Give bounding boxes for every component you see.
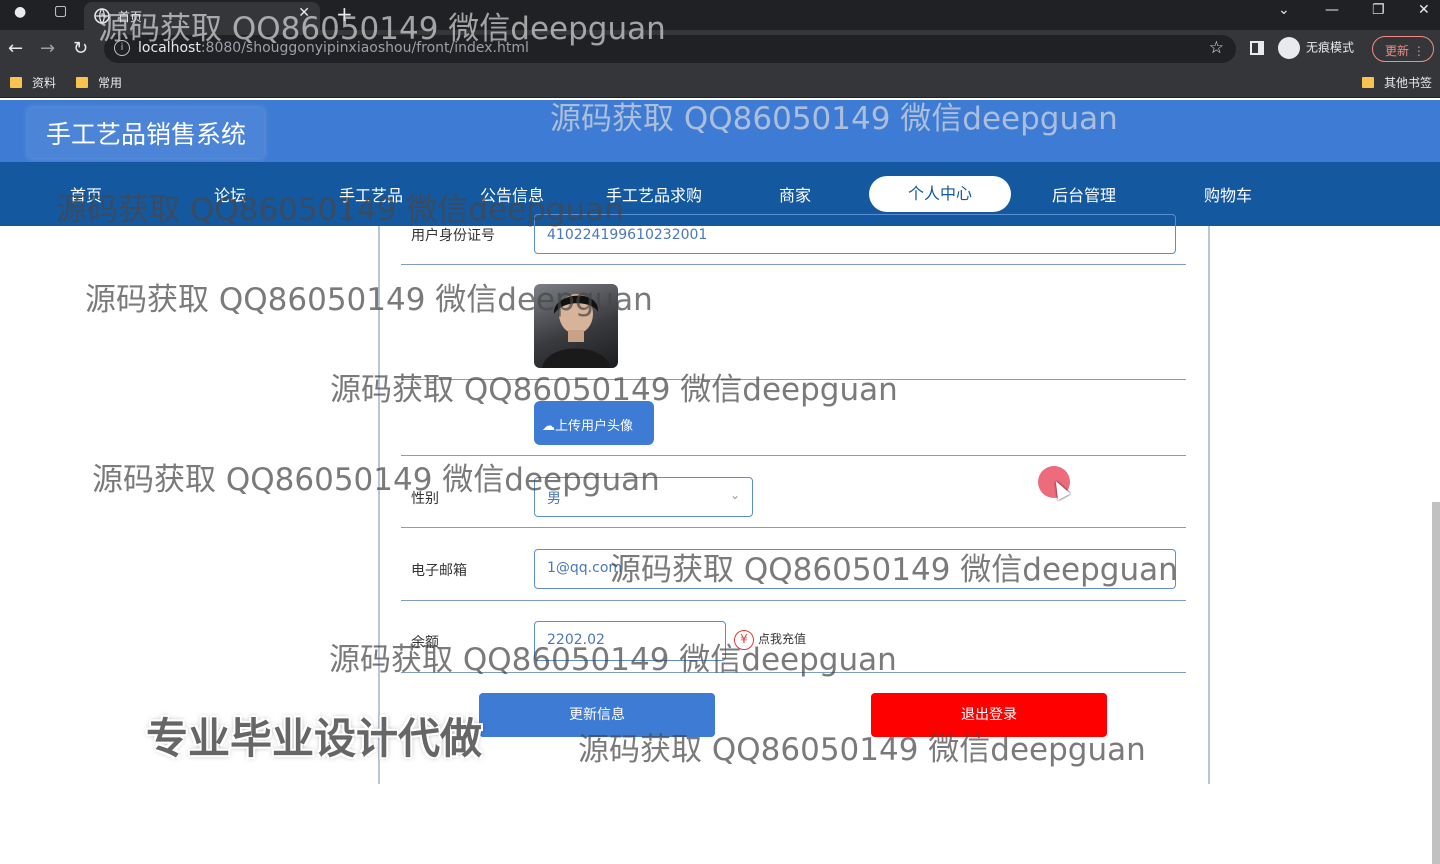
tab-search-icon[interactable]: ▢ — [54, 3, 67, 19]
watermark: 源码获取 QQ86050149 微信deepguan — [329, 642, 897, 678]
nav-admin[interactable]: 后台管理 — [1052, 182, 1116, 206]
watermark: 源码获取 QQ86050149 微信deepguan — [92, 462, 660, 498]
other-bookmarks[interactable]: 其他书签 — [1362, 74, 1432, 91]
minimize-icon[interactable]: — — [1325, 2, 1339, 18]
watermark: 源码获取 QQ86050149 微信deepguan — [330, 372, 898, 408]
folder-icon — [76, 77, 88, 88]
bookmark-folder-ziliao[interactable]: 资料 — [10, 74, 56, 91]
browser-globe-icon[interactable]: ● — [14, 4, 26, 20]
chevron-down-icon: ⌄ — [729, 488, 740, 502]
row-divider — [401, 600, 1186, 601]
other-bookmarks-label: 其他书签 — [1384, 76, 1433, 90]
reload-icon[interactable]: ↻ — [73, 38, 88, 59]
folder-icon — [10, 77, 22, 88]
id-number-input[interactable]: 410224199610232001 — [534, 214, 1176, 254]
big-watermark: 专业毕业设计代做 — [146, 714, 483, 763]
tab-list-chevron-icon[interactable]: ⌄ — [1278, 2, 1290, 18]
side-panel-icon[interactable] — [1250, 41, 1264, 55]
nav-cart[interactable]: 购物车 — [1204, 182, 1252, 206]
watermark: 源码获取 QQ86050149 微信deepguan — [98, 11, 666, 47]
nav-personal-center[interactable]: 个人中心 — [869, 176, 1011, 212]
watermark: 源码获取 QQ86050149 微信deepguan — [578, 732, 1146, 768]
watermark: 源码获取 QQ86050149 微信deepguan — [56, 192, 624, 228]
upload-avatar-label: 上传用户头像 — [555, 419, 634, 434]
email-label: 电子邮箱 — [411, 563, 467, 579]
site-title: 手工艺品销售系统 — [28, 108, 265, 158]
row-divider — [401, 264, 1186, 265]
incognito-icon — [1278, 37, 1300, 59]
bookmark-star-icon[interactable]: ☆ — [1209, 38, 1224, 58]
update-button[interactable]: 更新 ⋮ — [1372, 36, 1434, 62]
bookmark-label: 资料 — [32, 76, 57, 90]
watermark: 源码获取 QQ86050149 微信deepguan — [550, 101, 1118, 137]
bookmark-folder-changyong[interactable]: 常用 — [76, 74, 122, 91]
page-scrollbar[interactable] — [1432, 502, 1440, 864]
restore-icon[interactable]: ❐ — [1372, 2, 1385, 18]
window-close-icon[interactable]: ✕ — [1418, 2, 1430, 18]
forward-icon[interactable]: → — [40, 38, 55, 59]
incognito-label: 无痕模式 — [1306, 40, 1355, 55]
bookmark-label: 常用 — [98, 76, 123, 90]
nav-merchants[interactable]: 商家 — [779, 182, 811, 206]
folder-icon — [1362, 77, 1374, 88]
update-label: 更新 — [1385, 44, 1410, 58]
back-icon[interactable]: ← — [8, 38, 23, 59]
watermark: 源码获取 QQ86050149 微信deepguan — [610, 552, 1178, 588]
cloud-upload-icon: ☁ — [542, 419, 555, 434]
row-divider — [401, 527, 1186, 528]
incognito-indicator[interactable]: 无痕模式 — [1278, 37, 1354, 59]
watermark: 源码获取 QQ86050149 微信deepguan — [85, 282, 653, 318]
